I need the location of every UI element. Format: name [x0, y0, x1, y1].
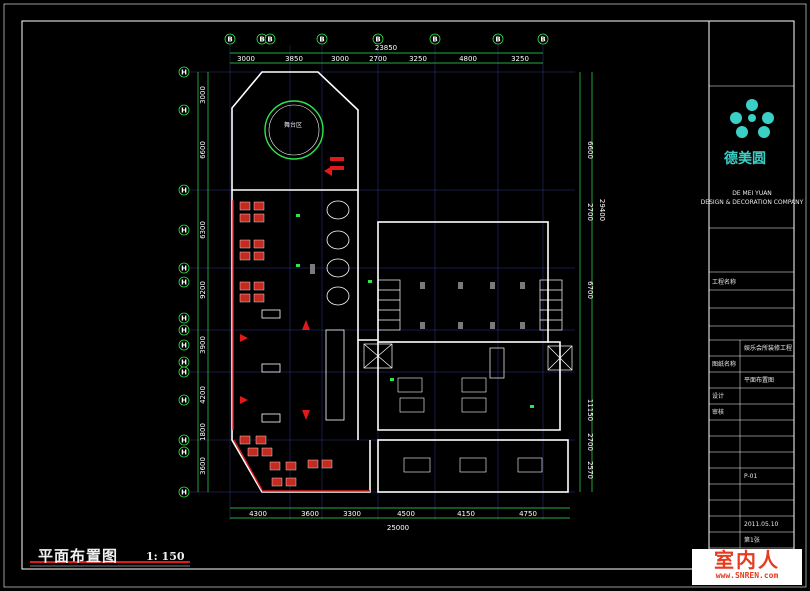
- dim-top-segment: 3250: [409, 55, 427, 63]
- dim-top-segment: 3000: [331, 55, 349, 63]
- axis-bubble-label: H: [181, 369, 187, 377]
- circulation-arrows-upper: [324, 157, 344, 176]
- dim-bottom-segment: 3300: [343, 510, 361, 518]
- company-logo: [730, 99, 774, 138]
- bottom-dimension-segments: 4300 3600 3300 4500 4150 4750: [249, 510, 537, 518]
- check-label: 审核: [712, 408, 724, 416]
- left-dimension-segments: 3000 6600 6300 9200 3900 4200 1800 3600: [199, 86, 207, 475]
- axis-bubble-label: H: [181, 489, 187, 497]
- design-label: 设计: [712, 392, 724, 400]
- dim-top-segment: 4800: [459, 55, 477, 63]
- dim-left-segment: 1800: [199, 423, 207, 441]
- circulation-arrows-lower: [240, 320, 310, 420]
- drawing-value: 平面布置图: [744, 376, 774, 384]
- cad-drawing-viewport: 舞台区 23850 3000 3850 3000 2700 3250 4800 …: [0, 0, 810, 591]
- drawing-title: 平面布置图: [38, 547, 119, 565]
- left-axis-bubbles: HHHHHHHHHHHHHHH: [178, 66, 190, 498]
- dim-bottom-total: 25000: [387, 524, 409, 532]
- axis-bubble-label: B: [432, 36, 437, 44]
- dim-top-total: 23850: [375, 44, 397, 52]
- dim-top-segment: 3850: [285, 55, 303, 63]
- axis-bubble-label: H: [181, 187, 187, 195]
- company-name: 德美圆: [724, 151, 766, 167]
- axis-bubble-label: H: [181, 327, 187, 335]
- axis-bubble-label: H: [181, 279, 187, 287]
- axis-bubble-label: B: [540, 36, 545, 44]
- axis-bubble-label: B: [319, 36, 324, 44]
- structural-columns: [310, 264, 525, 329]
- project-value: 娱乐会所装修工程: [744, 344, 792, 352]
- outer-border: [3, 3, 807, 588]
- dim-left-segment: 3600: [199, 457, 207, 475]
- company-en-2: DESIGN & DECORATION COMPANY: [701, 199, 804, 206]
- lounge-seating-left: [239, 201, 333, 487]
- axis-bubble-label: H: [181, 437, 187, 445]
- dim-right-segment: 6600: [586, 141, 594, 159]
- axis-bubble-label: H: [181, 342, 187, 350]
- drawing-label: 图纸名称: [712, 360, 736, 368]
- axis-bubble-label: H: [181, 397, 187, 405]
- dim-bottom-segment: 4150: [457, 510, 475, 518]
- axis-bubble-label: H: [181, 107, 187, 115]
- axis-bubble-label: H: [181, 449, 187, 457]
- stage-inner-circle: [268, 104, 320, 156]
- drawing-scale: 1: 150: [146, 550, 185, 563]
- company-en-1: DE MEI YUAN: [732, 190, 772, 197]
- stair-cores: [363, 279, 573, 379]
- dim-bottom-segment: 3600: [301, 510, 319, 518]
- office-furniture: [397, 377, 543, 473]
- top-axis-bubbles: BBBBBBBB: [224, 33, 549, 45]
- dim-left-segment: 6300: [199, 221, 207, 239]
- right-dimension-segments: 6600 2700 6700 11150 2700 2570: [586, 141, 594, 479]
- watermark-main: 室内人: [714, 548, 780, 572]
- project-label: 工程名称: [712, 278, 736, 286]
- stage-label: 舞台区: [284, 121, 302, 129]
- drawing-frame: [21, 20, 710, 570]
- stage-circle: [264, 100, 324, 160]
- axis-bubble-label: B: [267, 36, 272, 44]
- axis-bubble-label: H: [181, 69, 187, 77]
- axis-bubble-label: B: [259, 36, 264, 44]
- dim-right-segment: 2700: [586, 203, 594, 221]
- dim-top-segment: 3000: [237, 55, 255, 63]
- dim-left-segment: 4200: [199, 386, 207, 404]
- dim-left-segment: 9200: [199, 281, 207, 299]
- site-watermark: 室内人 www.SNREN.com: [692, 549, 802, 585]
- dim-top-segment: 2700: [369, 55, 387, 63]
- dim-right-segment: 2700: [586, 433, 594, 451]
- axis-bubble-label: H: [181, 315, 187, 323]
- dim-bottom-segment: 4500: [397, 510, 415, 518]
- watermark-url: www.SNREN.com: [715, 571, 779, 580]
- dim-top-segment: 3250: [511, 55, 529, 63]
- sheet-number: P-01: [744, 473, 757, 480]
- dim-bottom-segment: 4300: [249, 510, 267, 518]
- dim-right-segment: 11150: [586, 399, 594, 421]
- floor-plan-svg: 舞台区 23850 3000 3850 3000 2700 3250 4800 …: [3, 3, 807, 588]
- dim-left-segment: 3900: [199, 336, 207, 354]
- axis-bubble-label: B: [227, 36, 232, 44]
- axis-bubble-label: H: [181, 359, 187, 367]
- top-dimension-segments: 3000 3850 3000 2700 3250 4800 3250: [237, 55, 529, 63]
- date-value: 2011.05.10: [744, 521, 779, 528]
- dim-right-segment: 2570: [586, 461, 594, 479]
- axis-bubble-label: H: [181, 227, 187, 235]
- plant-markers: [296, 214, 534, 408]
- axis-bubble-label: B: [495, 36, 500, 44]
- dim-right-total: 29400: [598, 199, 606, 221]
- booth-seating: [261, 200, 350, 423]
- axis-bubble-label: H: [181, 265, 187, 273]
- dim-bottom-segment: 4750: [519, 510, 537, 518]
- dim-left-segment: 3000: [199, 86, 207, 104]
- red-wall-accents: [232, 200, 370, 492]
- sheet-value: 第1张: [744, 536, 760, 544]
- dim-right-segment: 6700: [586, 281, 594, 299]
- dim-left-segment: 6600: [199, 141, 207, 159]
- axis-bubble-label: B: [375, 36, 380, 44]
